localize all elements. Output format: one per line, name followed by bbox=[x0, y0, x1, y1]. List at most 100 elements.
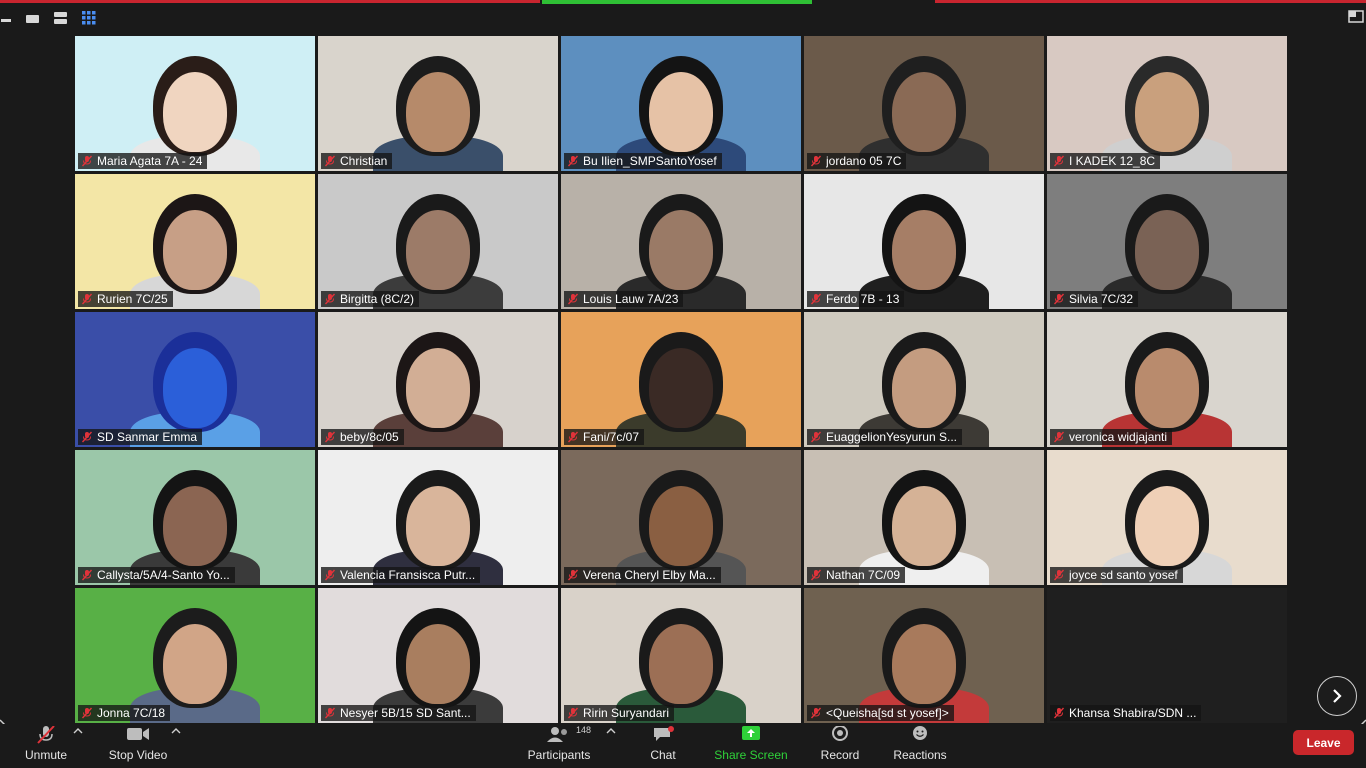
participant-face bbox=[163, 486, 227, 566]
participant-video-tile[interactable]: Ferdo 7B - 13 bbox=[804, 174, 1044, 309]
share-screen-button[interactable]: Share Screen bbox=[714, 724, 788, 768]
participant-video-tile[interactable]: Callysta/5A/4-Santo Yo... bbox=[75, 450, 315, 585]
record-icon bbox=[832, 726, 848, 741]
participant-nameplate: veronica widjajanti bbox=[1050, 429, 1173, 445]
participant-face bbox=[163, 624, 227, 704]
participant-face bbox=[406, 486, 470, 566]
minimize-icon[interactable] bbox=[0, 10, 14, 26]
chat-button[interactable]: Chat bbox=[642, 724, 684, 768]
participant-video-feed bbox=[1047, 588, 1287, 723]
participant-video-tile[interactable]: Rurien 7C/25 bbox=[75, 174, 315, 309]
participant-video-feed bbox=[561, 312, 801, 447]
participant-nameplate: Maria Agata 7A - 24 bbox=[78, 153, 208, 169]
muted-mic-icon bbox=[810, 569, 822, 581]
next-page-button[interactable] bbox=[1317, 676, 1357, 716]
participant-video-feed bbox=[75, 36, 315, 171]
participant-nameplate: Fani/7c/07 bbox=[564, 429, 645, 445]
participant-face bbox=[649, 348, 713, 428]
muted-mic-icon bbox=[1053, 707, 1065, 719]
chevron-up-icon[interactable] bbox=[605, 726, 617, 736]
participant-video-tile[interactable]: Nesyer 5B/15 SD Sant... bbox=[318, 588, 558, 723]
share-screen-icon bbox=[742, 726, 760, 740]
muted-mic-icon bbox=[567, 431, 579, 443]
participant-video-tile[interactable]: Ririn Suryandari bbox=[561, 588, 801, 723]
participant-face bbox=[406, 72, 470, 152]
participant-face bbox=[1135, 72, 1199, 152]
participant-video-tile[interactable]: jordano 05 7C bbox=[804, 36, 1044, 171]
participant-video-tile[interactable]: Silvia 7C/32 bbox=[1047, 174, 1287, 309]
participant-video-tile[interactable]: <Queisha[sd st yosef]> bbox=[804, 588, 1044, 723]
participant-name: joyce sd santo yosef bbox=[1069, 568, 1178, 582]
participant-nameplate: Valencia Fransisca Putr... bbox=[321, 567, 481, 583]
record-label: Record bbox=[820, 748, 860, 762]
participant-name: Maria Agata 7A - 24 bbox=[97, 154, 203, 168]
muted-mic-icon bbox=[810, 707, 822, 719]
participant-video-tile[interactable]: Valencia Fransisca Putr... bbox=[318, 450, 558, 585]
speaker-view-icon[interactable] bbox=[24, 10, 42, 26]
participant-video-tile[interactable]: veronica widjajanti bbox=[1047, 312, 1287, 447]
participant-name: Ririn Suryandari bbox=[583, 706, 670, 720]
participant-nameplate: EuaggelionYesyurun S... bbox=[807, 429, 962, 445]
muted-mic-icon bbox=[1053, 569, 1065, 581]
participants-icon bbox=[547, 727, 567, 742]
participant-video-tile[interactable]: Verena Cheryl Elby Ma... bbox=[561, 450, 801, 585]
participants-button[interactable]: 148 Participants bbox=[524, 724, 594, 768]
participant-face bbox=[406, 210, 470, 290]
participant-video-feed bbox=[561, 588, 801, 723]
unmute-button[interactable]: Unmute bbox=[22, 724, 70, 768]
participant-video-tile[interactable]: I KADEK 12_8C bbox=[1047, 36, 1287, 171]
participant-name: Fani/7c/07 bbox=[583, 430, 640, 444]
participant-video-tile[interactable]: Maria Agata 7A - 24 bbox=[75, 36, 315, 171]
participant-video-feed bbox=[804, 36, 1044, 171]
participant-name: Ferdo 7B - 13 bbox=[826, 292, 900, 306]
participant-video-tile[interactable]: EuaggelionYesyurun S... bbox=[804, 312, 1044, 447]
chevron-right-icon bbox=[1333, 689, 1342, 703]
participant-video-tile[interactable]: Bu Ilien_SMPSantoYosef bbox=[561, 36, 801, 171]
record-button[interactable]: Record bbox=[818, 724, 862, 768]
reactions-button[interactable]: Reactions bbox=[892, 724, 948, 768]
chevron-up-icon[interactable] bbox=[72, 726, 84, 736]
participant-face bbox=[163, 348, 227, 428]
participant-nameplate: Christian bbox=[321, 153, 393, 169]
gallery-view-icon[interactable] bbox=[80, 10, 98, 26]
muted-mic-icon bbox=[324, 155, 336, 167]
reaction-smiley-icon bbox=[913, 726, 927, 740]
participant-nameplate: jordano 05 7C bbox=[807, 153, 907, 169]
participant-nameplate: Verena Cheryl Elby Ma... bbox=[564, 567, 721, 583]
muted-mic-icon bbox=[810, 155, 822, 167]
participant-nameplate: I KADEK 12_8C bbox=[1050, 153, 1161, 169]
participant-face bbox=[406, 348, 470, 428]
participant-video-tile[interactable]: joyce sd santo yosef bbox=[1047, 450, 1287, 585]
leave-button[interactable]: Leave bbox=[1293, 730, 1354, 755]
participant-nameplate: SD Sanmar Emma bbox=[78, 429, 203, 445]
participant-video-tile[interactable]: Fani/7c/07 bbox=[561, 312, 801, 447]
participant-video-feed bbox=[1047, 174, 1287, 309]
participant-video-tile[interactable]: Jonna 7C/18 bbox=[75, 588, 315, 723]
muted-mic-icon bbox=[324, 569, 336, 581]
participant-name: Christian bbox=[340, 154, 388, 168]
participant-video-tile[interactable]: Louis Lauw 7A/23 bbox=[561, 174, 801, 309]
chevron-up-icon[interactable] bbox=[170, 726, 182, 736]
participant-name: Bu Ilien_SMPSantoYosef bbox=[583, 154, 717, 168]
participant-name: Verena Cheryl Elby Ma... bbox=[583, 568, 716, 582]
participant-name: SD Sanmar Emma bbox=[97, 430, 198, 444]
participant-video-tile[interactable]: Nathan 7C/09 bbox=[804, 450, 1044, 585]
muted-mic-icon bbox=[567, 155, 579, 167]
muted-mic-icon bbox=[81, 569, 93, 581]
participant-video-feed bbox=[75, 588, 315, 723]
participant-face bbox=[892, 486, 956, 566]
participant-video-tile[interactable]: beby/8c/05 bbox=[318, 312, 558, 447]
participant-face bbox=[649, 486, 713, 566]
filmstrip-icon[interactable] bbox=[52, 10, 70, 26]
participant-video-tile[interactable]: Christian bbox=[318, 36, 558, 171]
participant-video-tile[interactable]: SD Sanmar Emma bbox=[75, 312, 315, 447]
participant-video-tile[interactable]: Birgitta (8C/2) bbox=[318, 174, 558, 309]
participant-video-tile[interactable]: Khansa Shabira/SDN ... bbox=[1047, 588, 1287, 723]
fullscreen-icon[interactable] bbox=[1348, 10, 1364, 24]
participant-face bbox=[163, 72, 227, 152]
stop-video-button[interactable]: Stop Video bbox=[106, 724, 170, 768]
active-speaker-bar bbox=[542, 0, 812, 4]
muted-mic-icon bbox=[567, 293, 579, 305]
participant-video-feed bbox=[318, 450, 558, 585]
participant-name: Callysta/5A/4-Santo Yo... bbox=[97, 568, 230, 582]
